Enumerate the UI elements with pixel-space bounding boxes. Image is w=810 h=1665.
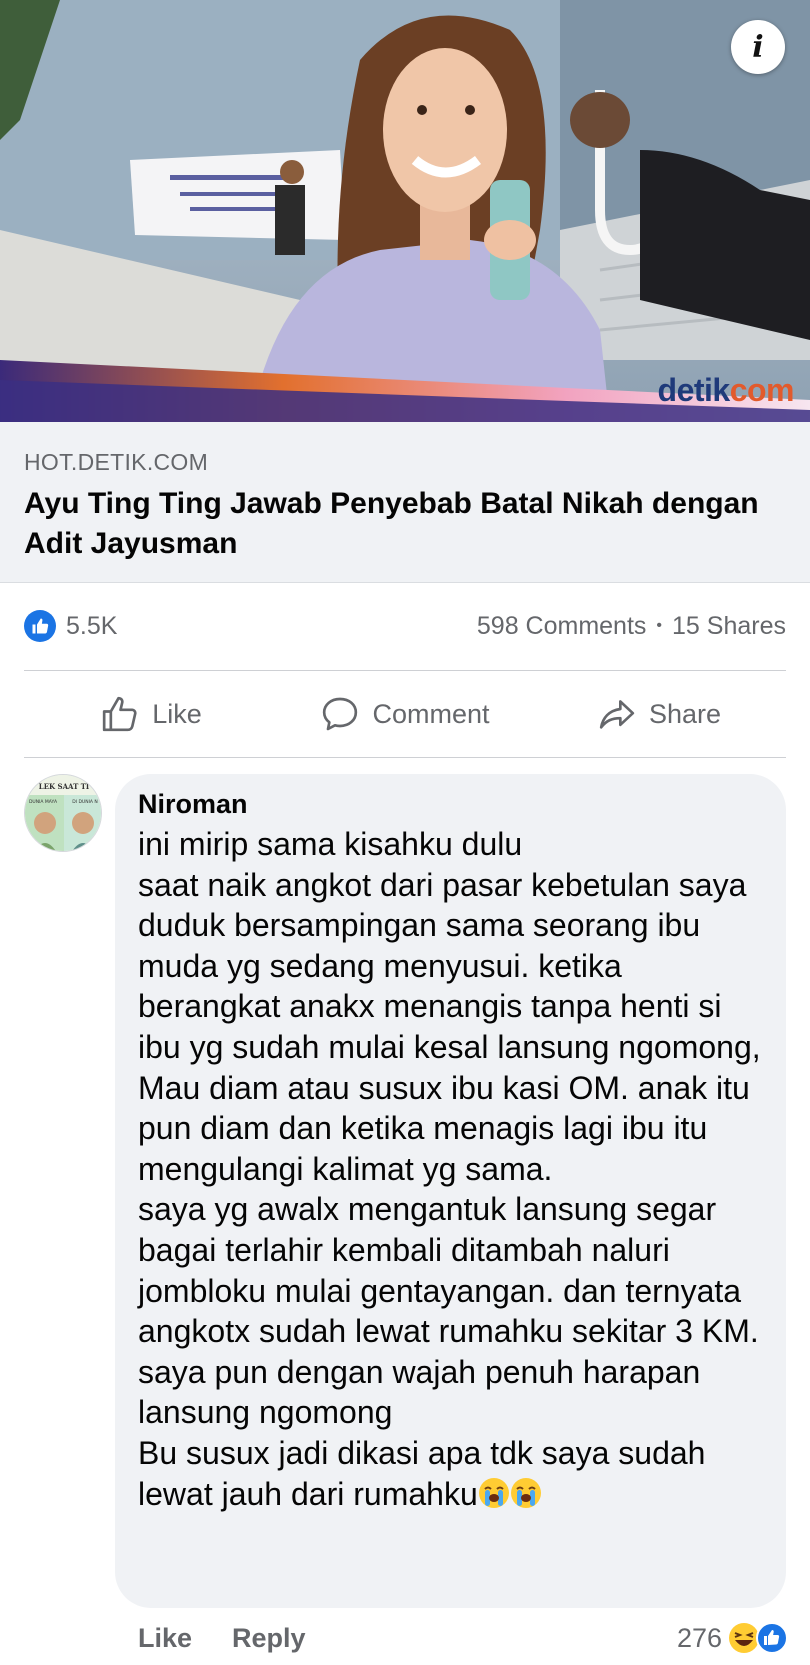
share-arrow-icon	[599, 700, 635, 729]
like-button-label: Like	[152, 698, 202, 729]
comment-bubble: Niroman ini mirip sama kisahku dulu saat…	[115, 774, 786, 1608]
avatar-meme-illustration: LEK SAAT TI DUNIA MAYA DI DUNIA N	[25, 775, 101, 851]
comment-like-button[interactable]: Like	[138, 1623, 192, 1654]
comment-bubble-icon	[323, 697, 358, 731]
comment-text: ini mirip sama kisahku dulu saat naik an…	[138, 824, 764, 1514]
shares-count[interactable]: 15 Shares	[672, 612, 786, 641]
post-photo-illustration	[0, 0, 810, 422]
like-icon	[24, 610, 56, 642]
svg-text:DI DUNIA N: DI DUNIA N	[72, 799, 98, 805]
commenter-avatar[interactable]: LEK SAAT TI DUNIA MAYA DI DUNIA N	[24, 774, 102, 852]
link-preview[interactable]: HOT.DETIK.COM Ayu Ting Ting Jawab Penyeb…	[0, 422, 810, 583]
share-button-label: Share	[648, 698, 722, 729]
link-title: Ayu Ting Ting Jawab Penyebab Batal Nikah…	[24, 487, 759, 560]
share-button[interactable]: Share	[532, 694, 786, 734]
svg-text:LEK SAAT TI: LEK SAAT TI	[39, 782, 89, 791]
comment-reaction-count: 276	[676, 1622, 722, 1653]
loudly-crying-face-emoji	[478, 1477, 509, 1508]
reaction-summary[interactable]: 5.5K	[24, 610, 117, 642]
loudly-crying-face-emoji	[510, 1477, 541, 1508]
comment-reply-button[interactable]: Reply	[232, 1623, 306, 1654]
link-domain: HOT.DETIK.COM	[24, 449, 209, 475]
reactions-count: 5.5K	[66, 611, 118, 640]
like-icon	[756, 1622, 788, 1654]
separator-dot: •	[656, 617, 663, 634]
comments-count[interactable]: 598 Comments	[477, 612, 647, 641]
post-action-bar: Like Comment Share	[24, 672, 786, 756]
comment-body: ini mirip sama kisahku dulu saat naik an…	[138, 826, 761, 1512]
comment-reactions[interactable]: 276	[677, 1622, 788, 1654]
like-button[interactable]: Like	[24, 694, 278, 734]
comment-button-label: Comment	[372, 698, 490, 729]
comment-footer: Like Reply 276	[138, 1620, 788, 1656]
engagement-counts: 598 Comments • 15 Shares	[477, 612, 786, 641]
info-button[interactable]: i	[731, 20, 785, 74]
svg-text:DUNIA MAYA: DUNIA MAYA	[29, 799, 58, 805]
comment-button[interactable]: Comment	[278, 694, 532, 734]
comment-author[interactable]: Niroman	[138, 786, 764, 822]
thumbs-up-outline-icon	[103, 696, 137, 732]
divider	[24, 670, 786, 671]
image-watermark-logo: detikcom	[657, 372, 795, 408]
info-icon: i	[752, 29, 764, 65]
post-image[interactable]: i detikcom	[0, 0, 810, 422]
post-stats: 5.5K 598 Comments • 15 Shares	[24, 604, 786, 648]
divider	[24, 757, 786, 758]
